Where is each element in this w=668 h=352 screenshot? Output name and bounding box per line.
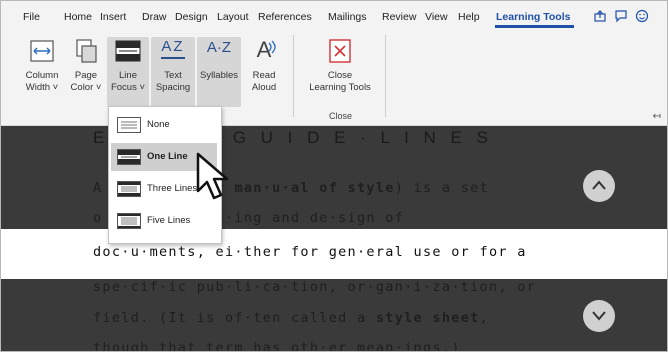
tab-home[interactable]: Home <box>64 11 92 23</box>
chevron-up-icon <box>592 180 606 190</box>
page-color-button[interactable]: Page Color ˅ <box>67 37 105 107</box>
read-aloud-button[interactable]: A Read Aloud <box>245 37 283 107</box>
tab-learning-tools[interactable]: Learning Tools <box>496 11 570 23</box>
comments-icon[interactable] <box>614 9 628 23</box>
tab-references[interactable]: References <box>258 11 312 23</box>
line-focus-icon <box>115 40 141 62</box>
tab-file[interactable]: File <box>23 11 40 23</box>
text-spacing-icon: AZ <box>158 37 188 65</box>
word-window: File Home Insert Draw Design Layout Refe… <box>0 0 668 352</box>
scroll-down-button[interactable] <box>583 300 615 332</box>
focused-document-line: doc·u·ments, ei·ther for gen·eral use or… <box>93 244 527 260</box>
line-focus-option-none[interactable]: None <box>111 111 217 139</box>
scroll-up-button[interactable] <box>583 170 615 202</box>
share-icon[interactable] <box>593 9 607 23</box>
line-focus-one-line-icon <box>117 149 141 165</box>
close-learning-tools-button[interactable]: Close Learning Tools <box>305 37 375 107</box>
line-focus-five-lines-icon <box>117 213 141 229</box>
page-color-icon <box>76 39 97 63</box>
tab-insert[interactable]: Insert <box>100 11 126 23</box>
close-group-label: Close <box>329 111 353 121</box>
line-focus-none-icon <box>117 117 141 133</box>
tab-help[interactable]: Help <box>458 11 480 23</box>
document-line: field. (It is of·ten called a style shee… <box>93 310 489 326</box>
line-focus-button[interactable]: Line Focus ˅ <box>107 37 149 107</box>
syllables-icon: A·Z <box>206 39 232 56</box>
chevron-down-icon <box>592 311 606 321</box>
document-line: though that term has oth·er mean·ings.) <box>93 340 461 352</box>
close-icon <box>329 39 351 63</box>
active-tab-indicator <box>495 25 574 28</box>
ribbon: Column Width ˅ Page Color ˅ Line Focus ˅… <box>1 31 667 126</box>
syllables-button[interactable]: A·Z Syllables <box>197 37 241 107</box>
tab-draw[interactable]: Draw <box>142 11 167 23</box>
line-focus-three-lines-icon <box>117 181 141 197</box>
column-width-icon <box>30 40 54 62</box>
document-area[interactable]: E S I · A L G U I D E · L I N E S A (or … <box>1 126 667 351</box>
read-aloud-icon: A <box>249 37 279 65</box>
text-spacing-button[interactable]: AZ Text Spacing <box>151 37 195 107</box>
tab-view[interactable]: View <box>425 11 448 23</box>
tab-review[interactable]: Review <box>382 11 416 23</box>
feedback-smiley-icon[interactable] <box>635 9 649 23</box>
ribbon-group-divider <box>385 35 386 117</box>
document-line: spe·cif·ic pub·li·ca·tion, or·gan·i·za·t… <box>93 279 537 295</box>
tab-design[interactable]: Design <box>175 11 208 23</box>
mouse-cursor-icon <box>196 152 229 200</box>
tab-layout[interactable]: Layout <box>217 11 249 23</box>
pin-ribbon-icon[interactable]: ↤ <box>653 111 661 122</box>
ribbon-group-divider <box>293 35 294 117</box>
ribbon-tab-bar: File Home Insert Draw Design Layout Refe… <box>1 1 667 31</box>
line-focus-option-five-lines[interactable]: Five Lines <box>111 207 217 235</box>
tab-mailings[interactable]: Mailings <box>328 11 367 23</box>
column-width-button[interactable]: Column Width ˅ <box>21 37 63 107</box>
